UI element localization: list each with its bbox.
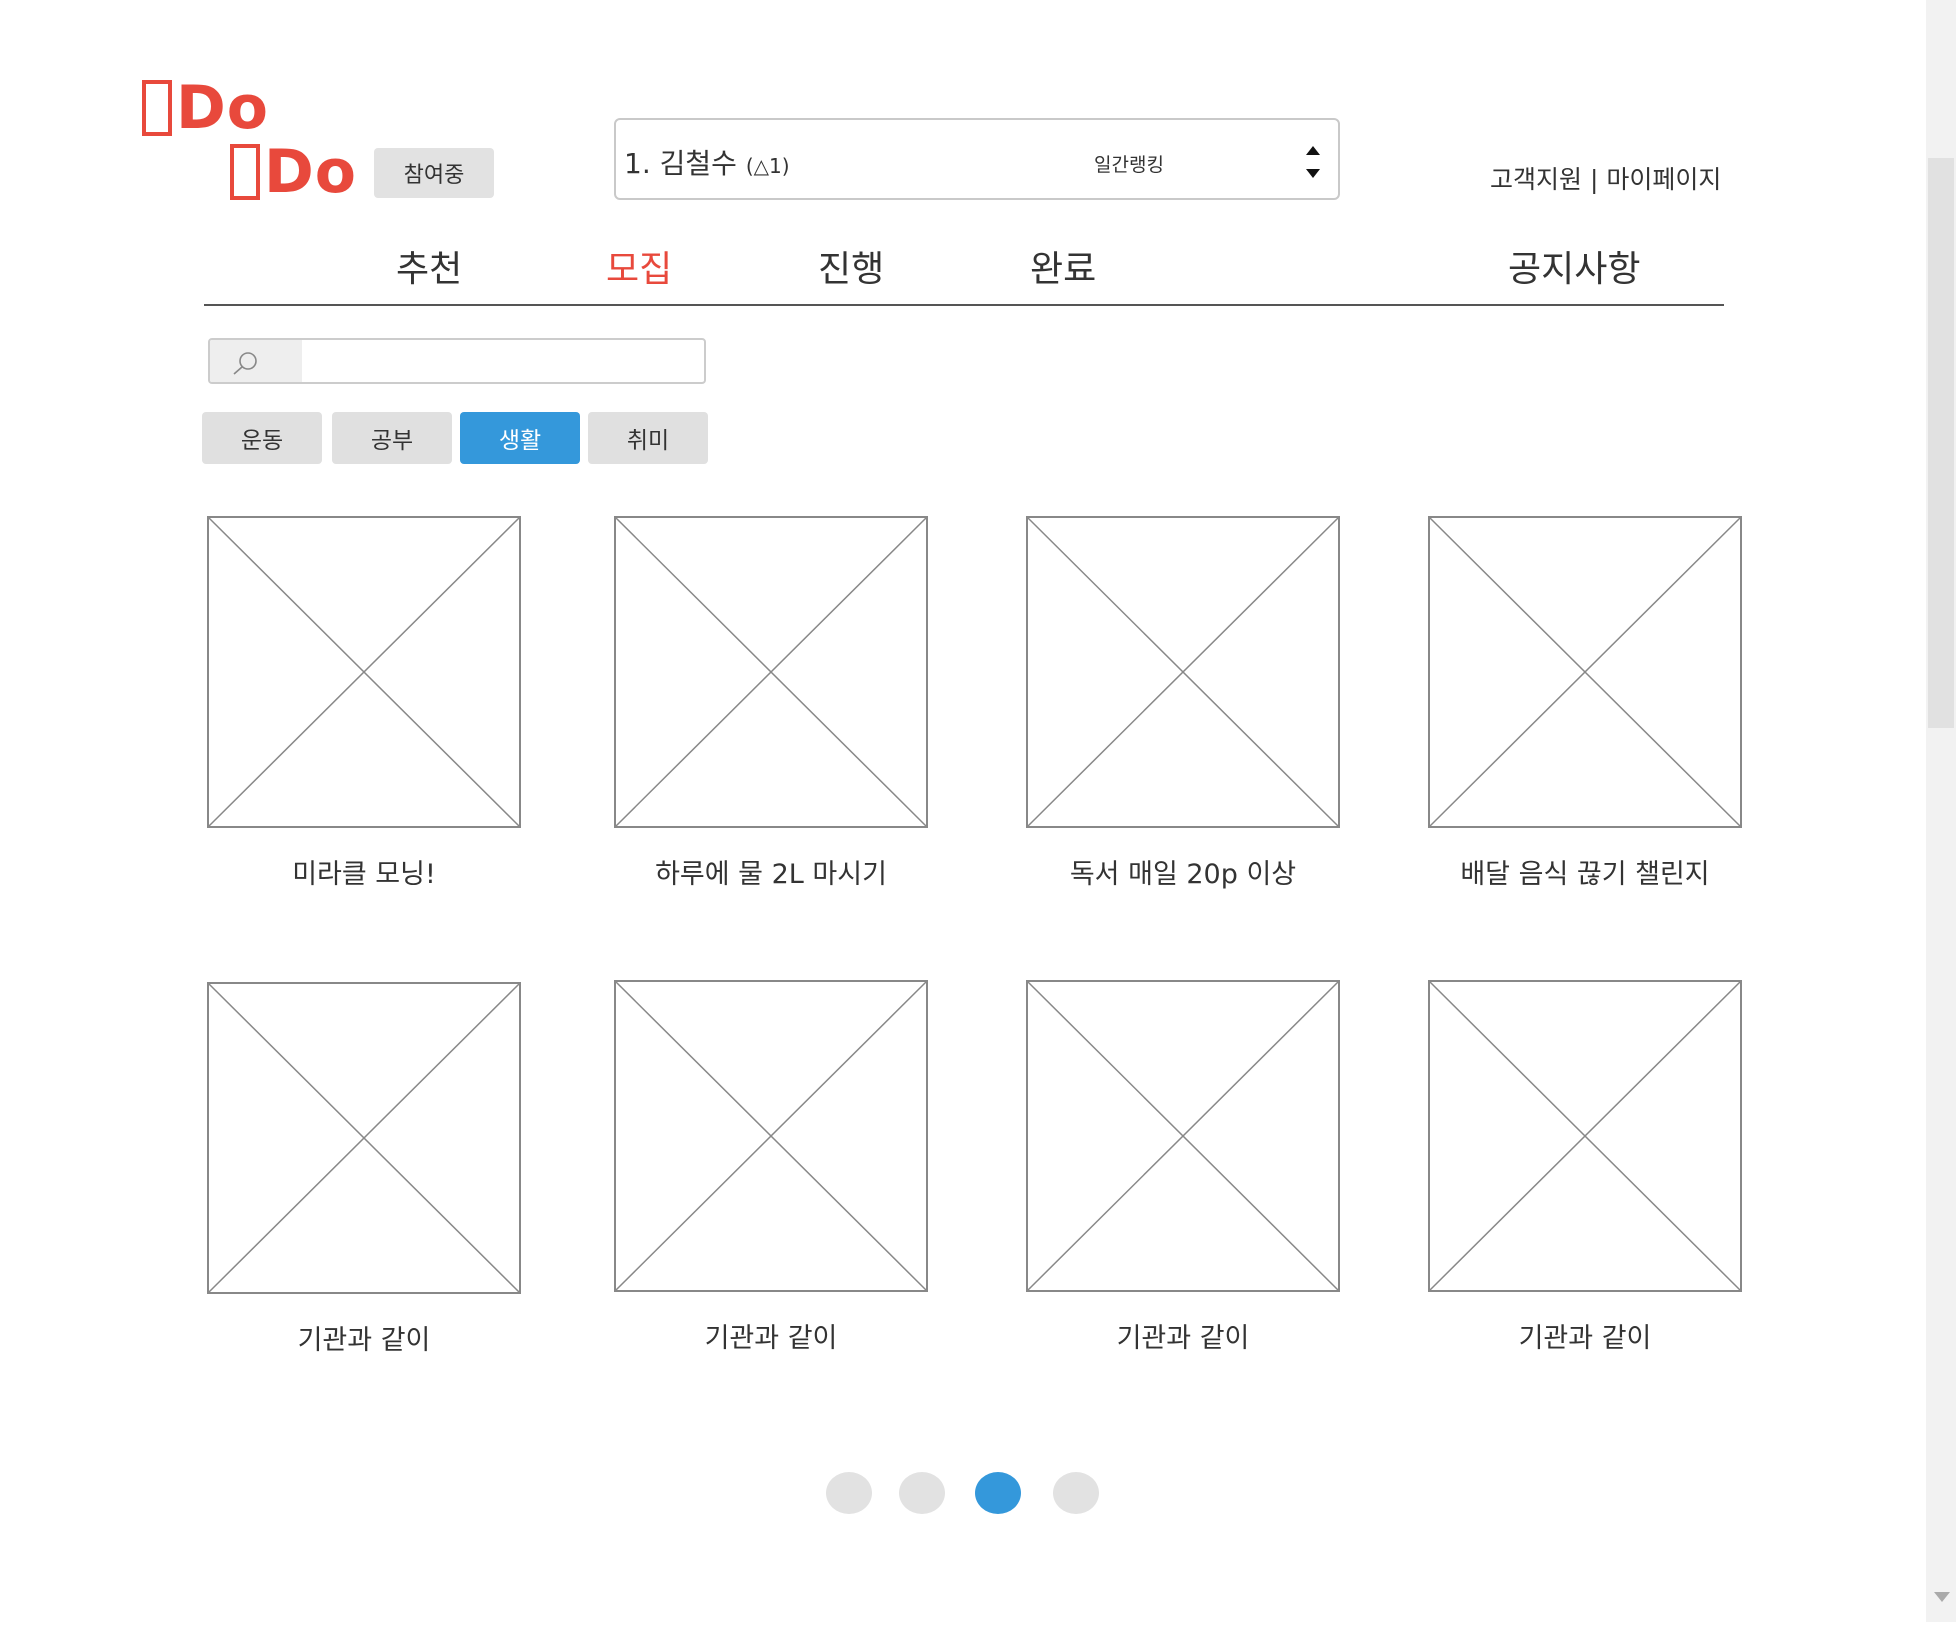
joined-button[interactable]: 참여중	[374, 148, 494, 198]
page-dot-4[interactable]	[1053, 1472, 1099, 1514]
card-title: 기관과 같이	[704, 1323, 838, 1354]
tab-recruiting[interactable]: 모집	[606, 240, 672, 292]
tab-recommend[interactable]: 추천	[396, 240, 462, 292]
mypage-link[interactable]: 마이페이지	[1606, 165, 1721, 194]
image-placeholder-icon	[207, 516, 521, 828]
card-title: 독서 매일 20p 이상	[1069, 859, 1297, 890]
page-dot-3[interactable]	[975, 1472, 1021, 1514]
ranking-entry: 1. 김철수 (△1)	[624, 142, 790, 182]
search-icon	[233, 352, 257, 375]
page-dot-2[interactable]	[899, 1472, 945, 1514]
logo-text-1: Do	[176, 73, 270, 143]
link-separator: |	[1582, 165, 1607, 194]
ranking-type-label: 일간랭킹	[1094, 154, 1164, 176]
card-title: 미라클 모닝!	[292, 859, 436, 890]
search-bar	[208, 338, 706, 384]
scroll-down-arrow-icon[interactable]	[1934, 1592, 1950, 1602]
image-placeholder-icon	[1428, 980, 1742, 1292]
search-input[interactable]	[302, 340, 702, 382]
top-links: 고객지원 | 마이페이지	[1490, 160, 1721, 196]
category-life-button[interactable]: 생활	[460, 412, 580, 464]
image-placeholder-icon	[207, 982, 521, 1294]
image-placeholder-icon	[614, 980, 928, 1292]
category-exercise-button[interactable]: 운동	[202, 412, 322, 464]
card-title: 하루에 물 2L 마시기	[655, 859, 887, 890]
card-title: 기관과 같이	[297, 1325, 431, 1356]
main-nav: 추천 모집 진행 완료 공지사항	[204, 230, 1724, 306]
page: Do Do 참여중 1. 김철수 (△1) 일간랭킹 고객지원 | 마이페이지 …	[0, 0, 1956, 1646]
tab-in-progress[interactable]: 진행	[818, 240, 884, 292]
ranking-change: (△1)	[745, 154, 790, 178]
ranking-entry-name: 1. 김철수	[624, 147, 737, 180]
up-down-arrows-icon[interactable]	[1304, 142, 1322, 182]
image-placeholder-icon	[1026, 516, 1340, 828]
support-link[interactable]: 고객지원	[1490, 165, 1582, 194]
page-dot-1[interactable]	[826, 1472, 872, 1514]
tab-notice[interactable]: 공지사항	[1508, 240, 1640, 292]
card-title: 배달 음식 끊기 챌린지	[1460, 859, 1710, 890]
search-icon-cell[interactable]	[210, 340, 302, 382]
image-placeholder-icon	[614, 516, 928, 828]
tab-completed[interactable]: 완료	[1030, 240, 1096, 292]
logo-line-2: Do	[230, 142, 357, 202]
card-title: 기관과 같이	[1116, 1323, 1250, 1354]
logo[interactable]: Do Do	[142, 78, 372, 208]
logo-text-2: Do	[264, 137, 358, 207]
ranking-select[interactable]: 1. 김철수 (△1) 일간랭킹	[614, 118, 1340, 200]
logo-box-icon	[230, 144, 260, 200]
category-hobby-button[interactable]: 취미	[588, 412, 708, 464]
scrollbar[interactable]	[1926, 0, 1956, 1622]
card-title: 기관과 같이	[1518, 1323, 1652, 1354]
logo-line-1: Do	[142, 78, 269, 138]
category-study-button[interactable]: 공부	[332, 412, 452, 464]
image-placeholder-icon	[1026, 980, 1340, 1292]
image-placeholder-icon	[1428, 516, 1742, 828]
scrollbar-thumb[interactable]	[1928, 158, 1954, 728]
logo-box-icon	[142, 80, 172, 136]
